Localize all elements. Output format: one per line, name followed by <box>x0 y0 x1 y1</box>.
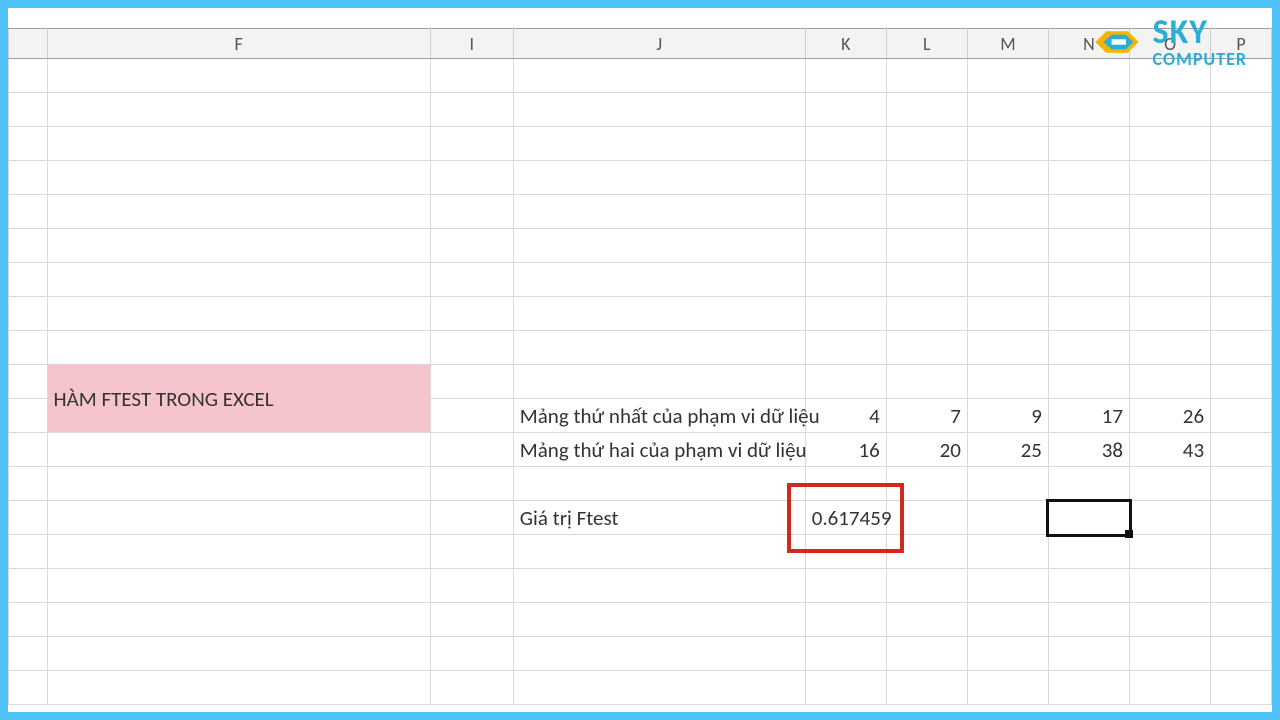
array2-N[interactable]: 38 <box>1048 433 1129 467</box>
col-header-L[interactable]: L <box>886 29 967 59</box>
column-header-row[interactable]: F I J K L M N O P <box>9 29 1272 59</box>
col-header-K[interactable]: K <box>805 29 886 59</box>
grid-table[interactable]: F I J K L M N O P <box>8 28 1272 705</box>
col-header-J[interactable]: J <box>513 29 805 59</box>
logo-text-sky: SKY <box>1153 16 1247 50</box>
array1-O[interactable]: 26 <box>1130 399 1211 433</box>
select-all-corner[interactable] <box>9 29 48 59</box>
spreadsheet[interactable]: F I J K L M N O P <box>8 28 1272 712</box>
array1-N[interactable]: 17 <box>1048 399 1129 433</box>
app-frame: SKY COMPUTER F I J K L M N O <box>0 0 1280 720</box>
logo-icon <box>1089 24 1145 60</box>
label-ftest[interactable]: Giá trị Ftest <box>513 501 805 535</box>
ftest-value-cell[interactable]: 0.617459 <box>805 501 886 535</box>
label-array1[interactable]: Mảng thứ nhất của phạm vi dữ liệu <box>513 399 805 433</box>
array1-M[interactable]: 9 <box>967 399 1048 433</box>
logo: SKY COMPUTER <box>1089 16 1247 68</box>
array2-M[interactable]: 25 <box>967 433 1048 467</box>
array1-L[interactable]: 7 <box>886 399 967 433</box>
logo-text-computer: COMPUTER <box>1153 50 1247 68</box>
col-header-I[interactable]: I <box>430 29 513 59</box>
selected-cell-N[interactable] <box>1048 501 1129 535</box>
array2-O[interactable]: 43 <box>1130 433 1211 467</box>
title-cell[interactable]: HÀM FTEST TRONG EXCEL <box>47 365 430 433</box>
array2-L[interactable]: 20 <box>886 433 967 467</box>
col-header-M[interactable]: M <box>967 29 1048 59</box>
label-array2[interactable]: Mảng thứ hai của phạm vi dữ liệu <box>513 433 805 467</box>
array2-K[interactable]: 16 <box>805 433 886 467</box>
col-header-F[interactable]: F <box>47 29 430 59</box>
